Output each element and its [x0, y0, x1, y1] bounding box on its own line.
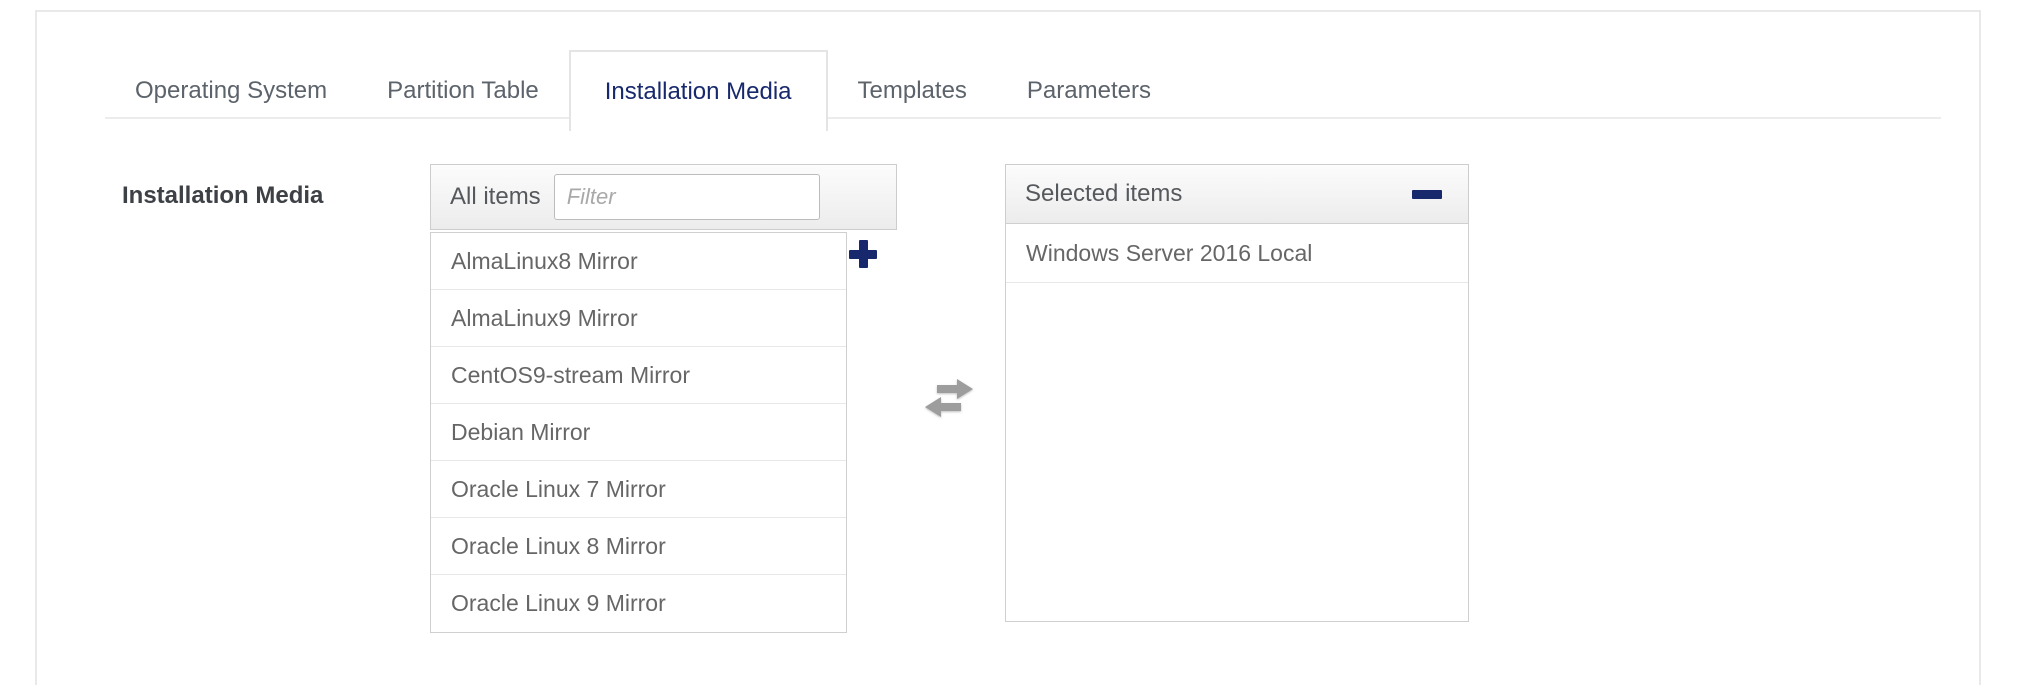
tab-parameters[interactable]: Parameters: [997, 52, 1181, 129]
list-item[interactable]: Debian Mirror: [431, 404, 846, 461]
list-item[interactable]: Oracle Linux 7 Mirror: [431, 461, 846, 518]
tab-bar: Operating System Partition Table Install…: [105, 12, 1181, 131]
transfer-arrows-icon[interactable]: [917, 377, 981, 419]
available-items-header: All items: [430, 164, 897, 230]
selected-items-header: Selected items: [1005, 164, 1469, 224]
tab-partition-table[interactable]: Partition Table: [357, 52, 569, 129]
list-item[interactable]: Oracle Linux 9 Mirror: [431, 575, 846, 632]
available-items-title: All items: [450, 183, 541, 211]
content-card: Operating System Partition Table Install…: [35, 10, 1981, 685]
list-item[interactable]: CentOS9-stream Mirror: [431, 347, 846, 404]
selected-items-panel: Selected items Windows Server 2016 Local: [1005, 164, 1469, 622]
plus-icon[interactable]: [849, 240, 877, 268]
list-item[interactable]: Oracle Linux 8 Mirror: [431, 518, 846, 575]
available-items-list: AlmaLinux8 MirrorAlmaLinux9 MirrorCentOS…: [430, 232, 847, 633]
list-item[interactable]: AlmaLinux9 Mirror: [431, 290, 846, 347]
minus-icon[interactable]: [1412, 190, 1442, 199]
tab-templates[interactable]: Templates: [828, 52, 997, 129]
selected-items-title: Selected items: [1025, 180, 1182, 208]
selected-items-list: Windows Server 2016 Local: [1005, 223, 1469, 622]
field-label: Installation Media: [122, 182, 323, 210]
page: Operating System Partition Table Install…: [0, 0, 2019, 685]
filter-input[interactable]: [554, 174, 820, 220]
tab-operating-system[interactable]: Operating System: [105, 52, 357, 129]
list-item[interactable]: Windows Server 2016 Local: [1006, 224, 1468, 283]
tab-strip: Operating System Partition Table Install…: [37, 12, 1979, 127]
tab-installation-media[interactable]: Installation Media: [569, 50, 828, 131]
available-items-panel: All items AlmaLinux8 MirrorAlmaLinux9 Mi…: [430, 164, 897, 633]
list-item[interactable]: AlmaLinux8 Mirror: [431, 233, 846, 290]
